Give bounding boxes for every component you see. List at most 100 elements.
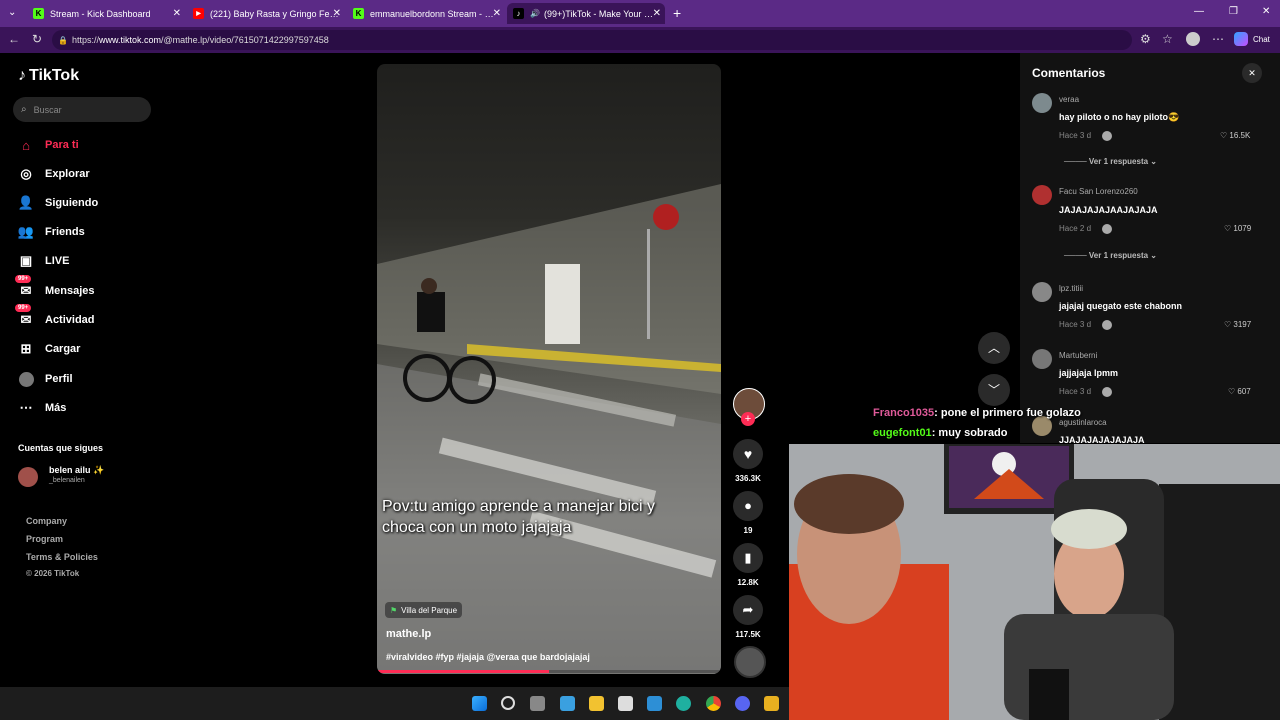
menu-dots-icon[interactable]: ⋯	[1212, 32, 1224, 46]
address-bar[interactable]: 🔒 https://www.tiktok.com/@mathe.lp/video…	[52, 30, 1132, 50]
comment-user[interactable]: Facu San Lorenzo260	[1059, 187, 1138, 196]
tiktok-logo[interactable]: ♪ TikTok	[18, 67, 79, 85]
avatar[interactable]	[1032, 93, 1052, 113]
search-box[interactable]: ⌕ Buscar	[13, 97, 151, 122]
browser-tab-kick-stream[interactable]: K emmanuelbordonn Stream - Watc ✕	[347, 3, 505, 24]
nav-label: Actividad	[45, 314, 95, 326]
browser-tab-youtube[interactable]: ▶ (221) Baby Rasta y Gringo Feat Fa ✕	[187, 3, 345, 24]
copilot-icon[interactable]	[1234, 32, 1248, 46]
search-input[interactable]: Buscar	[34, 105, 62, 115]
nav-explorar[interactable]: ◎ Explorar	[18, 166, 89, 182]
nav-live[interactable]: ▣ LIVE	[18, 253, 70, 269]
restore-icon[interactable]: ❐	[1229, 6, 1238, 17]
search-icon[interactable]	[501, 696, 515, 710]
avatar[interactable]	[1032, 416, 1052, 436]
view-replies-button[interactable]: ──── Ver 1 respuesta ⌄	[1064, 251, 1157, 260]
comment-like[interactable]: ♡ 607	[1228, 387, 1251, 396]
footer-link-program[interactable]: Program	[26, 534, 63, 544]
follow-plus-icon[interactable]: +	[741, 412, 755, 426]
nav-actividad[interactable]: ✉ 99+ Actividad	[15, 304, 95, 328]
chat-button[interactable]: Chat	[1253, 35, 1270, 44]
extensions-icon[interactable]: ⚙	[1140, 32, 1151, 46]
progress-bar[interactable]	[377, 670, 721, 673]
video-player[interactable]: Pov:tu amigo aprende a manejar bici y ch…	[377, 64, 721, 674]
stream-chat-line: Franco1035: pone el primero fue golazo	[873, 407, 1081, 419]
avatar[interactable]	[1032, 282, 1052, 302]
previous-video-button[interactable]: ︿	[978, 332, 1010, 364]
view-replies-button[interactable]: ──── Ver 1 respuesta ⌄	[1064, 157, 1157, 166]
chrome-icon[interactable]	[706, 696, 721, 711]
taskbar	[0, 687, 789, 720]
windows-start-icon[interactable]	[472, 696, 487, 711]
close-icon[interactable]: ✕	[333, 8, 341, 19]
comment-user[interactable]: veraa	[1059, 95, 1079, 104]
footer-link-terms[interactable]: Terms & Policies	[26, 552, 98, 562]
avatar[interactable]	[1032, 185, 1052, 205]
vpn-icon[interactable]	[647, 696, 662, 711]
nav-perfil[interactable]: Perfil	[18, 371, 73, 387]
close-icon[interactable]: ✕	[493, 8, 501, 19]
webcam-scene	[789, 444, 1280, 720]
back-icon[interactable]: ←	[8, 32, 20, 46]
comment-like[interactable]: ♡ 3197	[1224, 320, 1251, 329]
comment-like-count: 16.5K	[1229, 131, 1251, 140]
friends-icon: 👥	[17, 224, 35, 239]
comment-user[interactable]: agustinlaroca	[1059, 418, 1107, 427]
favorites-icon[interactable]: ☆	[1162, 32, 1173, 46]
new-tab-button[interactable]: +	[673, 5, 681, 21]
heart-icon: ♡	[1224, 320, 1234, 329]
close-comments-button[interactable]: ✕	[1242, 63, 1262, 83]
comment-like-count: 1079	[1233, 224, 1252, 233]
location-icon: ⚑	[390, 605, 398, 615]
share-button[interactable]: ➦	[733, 595, 763, 625]
message-icon: ✉ 99+	[15, 275, 34, 299]
refresh-icon[interactable]: ↻	[32, 32, 42, 46]
like-button[interactable]: ♥	[733, 439, 763, 469]
comment-time: Hace 3 d	[1059, 131, 1092, 140]
comment-user[interactable]: lpz.titiii	[1059, 284, 1083, 293]
nav-label: LIVE	[45, 255, 70, 267]
nav-siguiendo[interactable]: 👤 Siguiendo	[18, 195, 98, 211]
share-count: 117.5K	[735, 630, 761, 639]
comment-time: Hace 2 d	[1059, 224, 1092, 233]
comment-button[interactable]: ●	[733, 491, 763, 521]
nav-friends[interactable]: 👥 Friends	[18, 224, 85, 240]
browser-tab-tiktok[interactable]: ♪ 🔊 (99+)TikTok - Make Your Day ✕	[507, 3, 665, 24]
nav-mensajes[interactable]: ✉ 99+ Mensajes	[15, 275, 95, 299]
comment-user[interactable]: Martuberni	[1059, 351, 1097, 360]
minimize-icon[interactable]: —	[1194, 6, 1204, 17]
nav-mas[interactable]: ⋯ Más	[18, 400, 67, 416]
comment-text: jajjajaja lpmm	[1059, 368, 1119, 378]
nav-cargar[interactable]: ⊞ Cargar	[18, 341, 81, 357]
sound-disc[interactable]	[734, 646, 766, 678]
avatar[interactable]	[1032, 349, 1052, 369]
store-icon[interactable]	[618, 696, 633, 711]
nav-para-ti[interactable]: ⌂ Para ti	[18, 137, 79, 153]
comment-like[interactable]: ♡ 16.5K	[1220, 131, 1250, 140]
close-icon[interactable]: ✕	[173, 8, 181, 19]
footer-link-company[interactable]: Company	[26, 516, 67, 526]
discord-icon[interactable]	[735, 696, 750, 711]
edge-icon[interactable]	[676, 696, 691, 711]
video-author[interactable]: mathe.lp	[386, 628, 431, 640]
tab-actions-icon[interactable]: ⌄	[8, 7, 16, 18]
save-button[interactable]: ▮	[733, 543, 763, 573]
comments-title: Comentarios	[1032, 66, 1106, 80]
logo-text: TikTok	[29, 67, 80, 84]
task-view-icon[interactable]	[530, 696, 545, 711]
widgets-icon[interactable]	[560, 696, 575, 711]
close-icon[interactable]: ✕	[653, 8, 661, 19]
video-description[interactable]: #viralvideo #fyp #jajaja @veraa que bard…	[386, 652, 590, 662]
nav-label: Para ti	[45, 139, 79, 151]
browser-tab-kick-dashboard[interactable]: K Stream - Kick Dashboard ✕	[27, 3, 185, 24]
following-account[interactable]: belen ailu ✨ _belenailen	[18, 465, 148, 489]
comment-like[interactable]: ♡ 1079	[1224, 224, 1251, 233]
app-icon[interactable]	[764, 696, 779, 711]
close-window-icon[interactable]: ✕	[1262, 6, 1270, 17]
next-video-button[interactable]: ﹀	[978, 374, 1010, 406]
file-explorer-icon[interactable]	[589, 696, 604, 711]
avatar[interactable]	[1186, 32, 1200, 46]
location-tag[interactable]: ⚑ Villa del Parque	[385, 602, 463, 618]
comment-text: jajajaj quegato este chabonn	[1059, 301, 1183, 311]
kick-icon: K	[33, 8, 44, 19]
